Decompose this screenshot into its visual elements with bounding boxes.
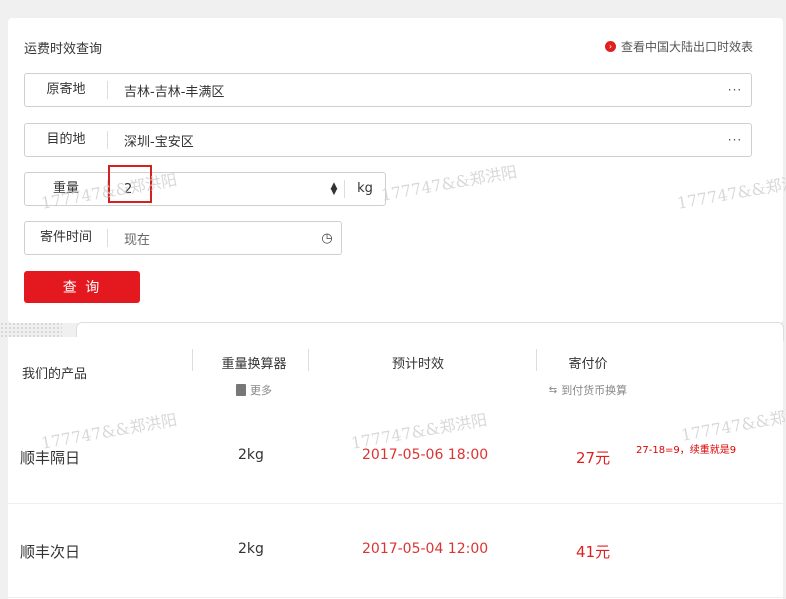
send-time-label: 寄件时间 (25, 229, 108, 247)
header-converter-label: 重量换算器 (221, 357, 287, 372)
exchange-icon: ⇆ (548, 384, 558, 396)
export-table-link[interactable]: › 查看中国大陆出口时效表 (604, 38, 753, 55)
product-weight: 2kg (238, 541, 264, 557)
converter-more-label: 更多 (250, 384, 272, 397)
export-table-link-label: 查看中国大陆出口时效表 (620, 40, 753, 54)
more-icon[interactable]: ··· (719, 83, 751, 97)
calculator-icon (236, 384, 246, 396)
origin-label: 原寄地 (25, 81, 108, 99)
stepper-icon[interactable]: ▲ ▼ (324, 182, 344, 197)
destination-field[interactable]: 目的地 深圳-宝安区 ··· (24, 123, 752, 157)
header-eta: 预计时效 (391, 357, 444, 372)
converter-more-link[interactable]: 更多 (214, 382, 294, 398)
product-eta: 2017-05-06 18:00 (362, 447, 489, 463)
send-time-field[interactable]: 寄件时间 现在 ◷ (24, 221, 342, 255)
divider (536, 349, 537, 371)
decorative-pattern (0, 322, 62, 338)
results-header: 我们的产品 重量换算器 更多 预计时效 寄付价 ⇆ 到付货币换算 (8, 337, 783, 410)
product-eta: 2017-05-04 12:00 (362, 541, 489, 557)
divider (308, 349, 309, 371)
more-icon[interactable]: ··· (719, 133, 751, 147)
header-price-label: 寄付价 (568, 357, 608, 372)
location-icon: › (604, 41, 616, 52)
origin-value[interactable]: 吉林-吉林-丰满区 (108, 81, 719, 100)
product-price: 41元 (576, 543, 611, 561)
header-product: 我们的产品 (22, 367, 88, 382)
header-converter: 重量换算器 更多 (214, 353, 294, 398)
query-button[interactable]: 查 询 (24, 271, 140, 303)
currency-convert-label: 到付货币换算 (561, 384, 628, 397)
clock-icon[interactable]: ◷ (313, 231, 341, 246)
product-weight: 2kg (238, 447, 264, 463)
currency-convert-link[interactable]: ⇆ 到付货币换算 (538, 382, 638, 398)
origin-field[interactable]: 原寄地 吉林-吉林-丰满区 ··· (24, 73, 752, 107)
destination-value[interactable]: 深圳-宝安区 (108, 131, 719, 150)
destination-label: 目的地 (25, 131, 108, 149)
send-time-input[interactable]: 现在 (108, 229, 313, 248)
form-title: 运费时效查询 (24, 42, 103, 57)
product-name: 顺丰次日 (20, 543, 81, 561)
table-row[interactable]: 顺丰次日 2kg 2017-05-04 12:00 41元 (8, 503, 783, 598)
product-price: 27元 (576, 449, 611, 467)
divider (192, 349, 193, 371)
header-price: 寄付价 ⇆ 到付货币换算 (538, 353, 638, 398)
